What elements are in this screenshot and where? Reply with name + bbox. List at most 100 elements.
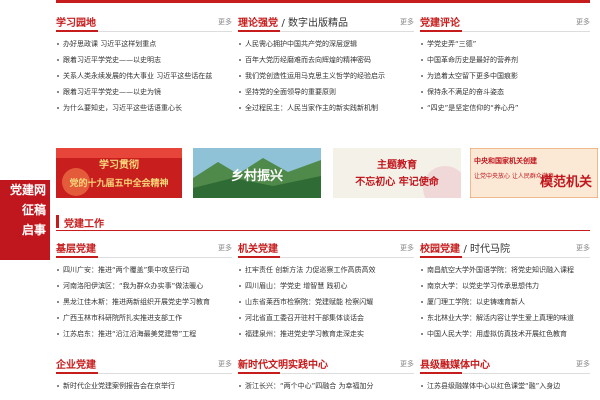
list-item[interactable]: “四史”是坚定信仰的“养心丹” bbox=[420, 100, 590, 116]
county-media-list: 江苏县级融媒体中心以红色课堂“融”入身边 bbox=[420, 378, 590, 394]
list-item[interactable]: 新时代企业党建案例报告会在京举行 bbox=[56, 378, 232, 394]
list-item[interactable]: 黑龙江佳木斯：推进两新组织开展党史学习教育 bbox=[56, 294, 232, 310]
banner-model-organ[interactable]: 中央和国家机关创建 让党中央放心 让人民群众满意 模范机关 bbox=[470, 148, 598, 198]
enterprise-more-link[interactable]: 更多 bbox=[218, 359, 232, 369]
sidebar-line-2: 征稿 bbox=[21, 203, 46, 217]
banner-study[interactable]: 学习贯彻 党的十九届五中全会精神 bbox=[56, 148, 182, 198]
party-review-list: 学党史弄“三德” 中国革命历史是最好的营养剂 为追着太空留下更多中国痕影 保持永不满足… bbox=[420, 36, 590, 116]
list-item[interactable]: 河南洛阳伊滨区：“我为群众办实事”做法暖心 bbox=[56, 278, 232, 294]
theory-list: 人民需心拥护中国共产党的深层逻辑 百年大党历经磨难而去向辉煌的精神密码 我们党创造性… bbox=[238, 36, 414, 116]
civilization-title[interactable]: 新时代文明实践中心 bbox=[238, 360, 328, 371]
study-garden-title[interactable]: 学习园地 bbox=[56, 18, 96, 29]
organ-title[interactable]: 机关党建 bbox=[238, 244, 278, 255]
grassroots-header: 基层党建 更多 bbox=[56, 236, 232, 258]
campus-subtitle[interactable]: / 时代马院 bbox=[463, 244, 510, 255]
list-item[interactable]: 厦门理工学院：以史铸魂育新人 bbox=[420, 294, 590, 310]
list-item[interactable]: 江苏启东：推进“沿江沿海最美党建带”工程 bbox=[56, 326, 232, 342]
list-item[interactable]: 东北林业大学：解活内容让学生爱上真理的味道 bbox=[420, 310, 590, 326]
banner-model-organ-line1: 中央和国家机关创建 bbox=[474, 156, 538, 165]
sidebar-line-1: 党建网 bbox=[9, 183, 46, 197]
enterprise-list: 新时代企业党建案例报告会在京举行 bbox=[56, 378, 232, 394]
organ-list: 扛牢责任 创新方法 力促巡察工作高质高效 四川眉山：学党史 增智慧 践初心 山东省莱… bbox=[238, 262, 414, 342]
list-item[interactable]: 中国革命历史是最好的营养剂 bbox=[420, 52, 590, 68]
campus-more-link[interactable]: 更多 bbox=[576, 243, 590, 253]
party-review-title-bar bbox=[420, 30, 462, 32]
list-item[interactable]: 人民需心拥护中国共产党的深层逻辑 bbox=[238, 36, 414, 52]
banner-rural[interactable]: 乡村振兴 bbox=[193, 148, 321, 198]
banner-model-organ-graphic: 中央和国家机关创建 让党中央放心 让人民群众满意 模范机关 bbox=[470, 148, 598, 198]
civilization-title-bar bbox=[238, 372, 280, 374]
list-item[interactable]: 跟着习近平学党史——以史为镜 bbox=[56, 84, 232, 100]
list-item[interactable]: 百年大党历经磨难而去向辉煌的精神密码 bbox=[238, 52, 414, 68]
banner-education-graphic: 主题教育 不忘初心 牢记使命 bbox=[333, 148, 461, 198]
sidebar-line-3: 启事 bbox=[21, 223, 46, 237]
party-review-more-link[interactable]: 更多 bbox=[576, 17, 590, 27]
list-item[interactable]: 山东省莱西市检察院：党建赋能 检察闪耀 bbox=[238, 294, 414, 310]
banner-model-organ-big: 模范机关 bbox=[540, 174, 592, 190]
list-item[interactable]: 扛牢责任 创新方法 力促巡察工作高质高效 bbox=[238, 262, 414, 278]
list-item[interactable]: 福建泉州：推进党史学习教育走深走实 bbox=[238, 326, 414, 342]
grassroots-title[interactable]: 基层党建 bbox=[56, 244, 96, 255]
section-mark bbox=[56, 215, 59, 228]
study-garden-list: 办好思政课 习近平这样划重点 跟着习近平学党史——以史明志 关系人类永续发展的伟大事… bbox=[56, 36, 232, 116]
county-media-title[interactable]: 县级融媒体中心 bbox=[420, 360, 490, 371]
banner-study-line2: 党的十九届五中全会精神 bbox=[69, 177, 168, 189]
enterprise-header: 企业党建 更多 bbox=[56, 352, 232, 374]
theory-header: 理论强党 / 数字出版精品 更多 bbox=[238, 10, 414, 32]
enterprise-title[interactable]: 企业党建 bbox=[56, 360, 96, 371]
section-line bbox=[56, 230, 590, 231]
list-item[interactable]: 为追着太空留下更多中国痕影 bbox=[420, 68, 590, 84]
list-item[interactable]: 南昌航空大学外国语学院：将党史知识融入课程 bbox=[420, 262, 590, 278]
banner-study-graphic: 学习贯彻 党的十九届五中全会精神 bbox=[56, 148, 182, 198]
theory-subtitle[interactable]: / 数字出版精品 bbox=[281, 18, 348, 29]
study-garden-more-link[interactable]: 更多 bbox=[218, 17, 232, 27]
campus-header: 校园党建 / 时代马院 更多 bbox=[420, 236, 590, 258]
list-item[interactable]: 四川眉山：学党史 增智慧 践初心 bbox=[238, 278, 414, 294]
organ-title-bar bbox=[238, 256, 280, 258]
county-media-title-bar bbox=[420, 372, 462, 374]
banner-education-line2: 不忘初心 牢记使命 bbox=[355, 175, 439, 188]
list-item[interactable]: 南京大学：以党史学习传承思想伟力 bbox=[420, 278, 590, 294]
list-item[interactable]: 广西玉林市科研院所扎实推进支部工作 bbox=[56, 310, 232, 326]
study-garden-header: 学习园地 更多 bbox=[56, 10, 232, 32]
sidebar-submission-notice[interactable]: 党建网 征稿 启事 bbox=[0, 180, 50, 260]
list-item[interactable]: 坚持党的全面领导的重要原则 bbox=[238, 84, 414, 100]
campus-title-bar bbox=[420, 256, 462, 258]
list-item[interactable]: 我们党创造性运用马克思主义哲学的经验启示 bbox=[238, 68, 414, 84]
list-item[interactable]: 保持永不满足的奋斗姿态 bbox=[420, 84, 590, 100]
theory-title-bar bbox=[238, 30, 280, 32]
list-item[interactable]: 关系人类永续发展的伟大事业 习近平这些话在兹 bbox=[56, 68, 232, 84]
list-item[interactable]: 全过程民主：人民当家作主的新实践新机制 bbox=[238, 100, 414, 116]
list-item[interactable]: 办好思政课 习近平这样划重点 bbox=[56, 36, 232, 52]
list-item[interactable]: 四川广安：推进“两个覆盖”集中攻坚行动 bbox=[56, 262, 232, 278]
grassroots-list: 四川广安：推进“两个覆盖”集中攻坚行动 河南洛阳伊滨区：“我为群众办实事”做法暖心… bbox=[56, 262, 232, 342]
list-item[interactable]: 浙江长兴：“两个中心”四融合 为幸福加分 bbox=[238, 378, 414, 394]
top-red-line bbox=[56, 0, 590, 3]
organ-header: 机关党建 更多 bbox=[238, 236, 414, 258]
banner-education-line1: 主题教育 bbox=[377, 158, 417, 171]
list-item[interactable]: 跟着习近平学党史——以史明志 bbox=[56, 52, 232, 68]
grassroots-more-link[interactable]: 更多 bbox=[218, 243, 232, 253]
civilization-list: 浙江长兴：“两个中心”四融合 为幸福加分 bbox=[238, 378, 414, 394]
civilization-more-link[interactable]: 更多 bbox=[400, 359, 414, 369]
list-item[interactable]: 中国人民大学：用虚拟仿真技术开展红色教育 bbox=[420, 326, 590, 342]
section-title: 党建工作 bbox=[64, 219, 104, 230]
grassroots-title-bar bbox=[56, 256, 98, 258]
list-item[interactable]: 为什么要知史，习近平这些话语重心长 bbox=[56, 100, 232, 116]
party-review-header: 党建评论 更多 bbox=[420, 10, 590, 32]
list-item[interactable]: 学党史弄“三德” bbox=[420, 36, 590, 52]
campus-title[interactable]: 校园党建 bbox=[420, 244, 460, 255]
theory-more-link[interactable]: 更多 bbox=[400, 17, 414, 27]
enterprise-title-bar bbox=[56, 372, 98, 374]
banner-education[interactable]: 主题教育 不忘初心 牢记使命 bbox=[333, 148, 461, 198]
party-review-title[interactable]: 党建评论 bbox=[420, 18, 460, 29]
list-item[interactable]: 河北省直工委召开驻村干部集体谈话会 bbox=[238, 310, 414, 326]
organ-more-link[interactable]: 更多 bbox=[400, 243, 414, 253]
banner-study-line1: 学习贯彻 bbox=[99, 158, 139, 171]
county-media-header: 县级融媒体中心 更多 bbox=[420, 352, 590, 374]
study-garden-title-bar bbox=[56, 30, 98, 32]
campus-list: 南昌航空大学外国语学院：将党史知识融入课程 南京大学：以党史学习传承思想伟力 厦门理… bbox=[420, 262, 590, 342]
list-item[interactable]: 江苏县级融媒体中心以红色课堂“融”入身边 bbox=[420, 378, 590, 394]
county-media-more-link[interactable]: 更多 bbox=[576, 359, 590, 369]
theory-title[interactable]: 理论强党 bbox=[238, 18, 278, 29]
